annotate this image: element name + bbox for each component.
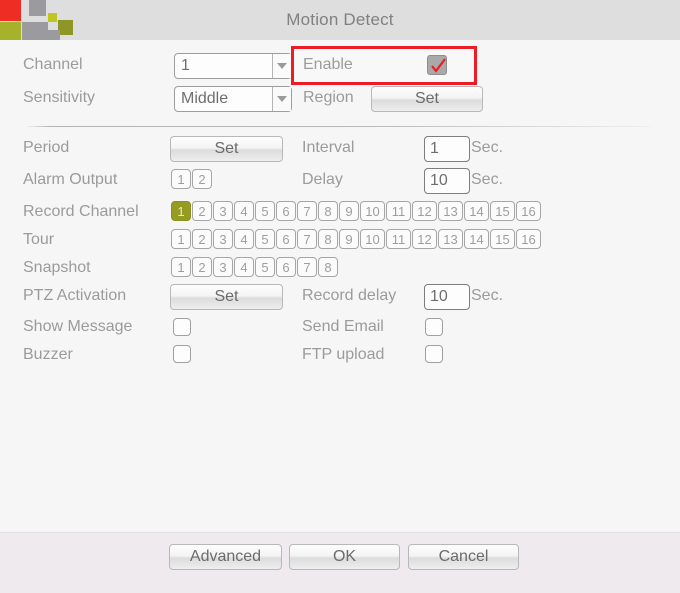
region-label: Region [303,89,354,106]
enable-label: Enable [303,56,353,73]
snapshot-label: Snapshot [23,259,91,276]
ftp-upload-checkbox[interactable] [425,345,443,363]
record-channel-item-2[interactable]: 2 [192,201,212,221]
interval-input[interactable]: 1 [424,136,470,162]
record-channel-item-12[interactable]: 12 [412,201,437,221]
tour-item-14[interactable]: 14 [464,229,489,249]
enable-checkbox[interactable] [427,55,447,75]
record-channel-item-10[interactable]: 10 [360,201,385,221]
period-set-button[interactable]: Set [170,136,283,162]
delay-label: Delay [302,171,343,188]
snapshot-item-7[interactable]: 7 [297,257,317,277]
record-channel-label: Record Channel [23,203,139,220]
record-delay-input[interactable]: 10 [424,284,470,310]
buzzer-checkbox[interactable] [173,345,191,363]
snapshot-item-5[interactable]: 5 [255,257,275,277]
alarm-output-item-1[interactable]: 1 [171,169,191,189]
record-channel-item-3[interactable]: 3 [213,201,233,221]
channel-select[interactable]: 1 [174,53,292,79]
record-delay-label: Record delay [302,287,397,304]
tour-item-10[interactable]: 10 [360,229,385,249]
record-channel-item-6[interactable]: 6 [276,201,296,221]
show-message-label: Show Message [23,318,133,335]
check-icon [431,58,446,73]
channel-label: Channel [23,56,83,73]
ok-button[interactable]: OK [289,544,400,570]
sensitivity-select-value: Middle [181,90,229,107]
tour-item-7[interactable]: 7 [297,229,317,249]
tour-checkbox-row[interactable]: 1 2 3 4 5 6 7 8 9 10 11 12 13 14 15 16 [171,229,542,249]
record-channel-item-14[interactable]: 14 [464,201,489,221]
tour-item-12[interactable]: 12 [412,229,437,249]
snapshot-item-1[interactable]: 1 [171,257,191,277]
record-channel-item-11[interactable]: 11 [386,201,411,221]
tour-label: Tour [23,231,55,248]
interval-unit: Sec. [471,139,504,156]
record-channel-item-8[interactable]: 8 [318,201,338,221]
snapshot-item-3[interactable]: 3 [213,257,233,277]
sensitivity-label: Sensitivity [23,89,96,106]
ftp-upload-label: FTP upload [302,346,385,363]
motion-detect-dialog: Motion Detect Channel 1 Enable Sensitivi… [0,0,680,593]
record-delay-unit: Sec. [471,287,504,304]
advanced-button[interactable]: Advanced [169,544,282,570]
record-channel-item-5[interactable]: 5 [255,201,275,221]
chevron-down-icon[interactable] [272,54,291,78]
tour-item-13[interactable]: 13 [438,229,463,249]
section-divider [25,126,655,127]
tour-item-9[interactable]: 9 [339,229,359,249]
snapshot-checkbox-row[interactable]: 12345678 [171,257,339,277]
snapshot-item-8[interactable]: 8 [318,257,338,277]
record-channel-item-1[interactable]: 1 [171,201,191,221]
region-set-button[interactable]: Set [371,86,483,112]
snapshot-item-6[interactable]: 6 [276,257,296,277]
tour-item-5[interactable]: 5 [255,229,275,249]
tour-item-4[interactable]: 4 [234,229,254,249]
record-channel-checkbox-row[interactable]: 1 2 3 4 5 6 7 8 9 10 11 12 13 14 15 16 [171,201,542,221]
record-channel-item-4[interactable]: 4 [234,201,254,221]
send-email-checkbox[interactable] [425,318,443,336]
buzzer-label: Buzzer [23,346,73,363]
tour-item-1[interactable]: 1 [171,229,191,249]
record-channel-item-7[interactable]: 7 [297,201,317,221]
ptz-activation-label: PTZ Activation [23,287,127,304]
record-channel-item-13[interactable]: 13 [438,201,463,221]
period-label: Period [23,139,70,156]
alarm-output-label: Alarm Output [23,171,118,188]
window-title: Motion Detect [286,10,394,29]
snapshot-item-4[interactable]: 4 [234,257,254,277]
snapshot-item-2[interactable]: 2 [192,257,212,277]
send-email-label: Send Email [302,318,384,335]
sensitivity-select[interactable]: Middle [174,86,292,112]
record-channel-item-9[interactable]: 9 [339,201,359,221]
ptz-activation-set-button[interactable]: Set [170,284,283,310]
record-channel-item-16[interactable]: 16 [516,201,541,221]
delay-unit: Sec. [471,171,504,188]
cancel-button[interactable]: Cancel [408,544,519,570]
tour-item-6[interactable]: 6 [276,229,296,249]
channel-select-value: 1 [181,57,190,74]
tour-item-8[interactable]: 8 [318,229,338,249]
show-message-checkbox[interactable] [173,318,191,336]
delay-input[interactable]: 10 [424,168,470,194]
tour-item-16[interactable]: 16 [516,229,541,249]
tour-item-3[interactable]: 3 [213,229,233,249]
dialog-body [0,40,680,532]
chevron-down-icon[interactable] [272,87,291,111]
tour-item-15[interactable]: 15 [490,229,515,249]
tour-item-2[interactable]: 2 [192,229,212,249]
title-bar: Motion Detect [0,0,680,42]
record-channel-item-15[interactable]: 15 [490,201,515,221]
interval-label: Interval [302,139,355,156]
tour-item-11[interactable]: 11 [386,229,411,249]
alarm-output-item-2[interactable]: 2 [192,169,212,189]
alarm-output-checkbox-row[interactable]: 12 [171,169,213,189]
